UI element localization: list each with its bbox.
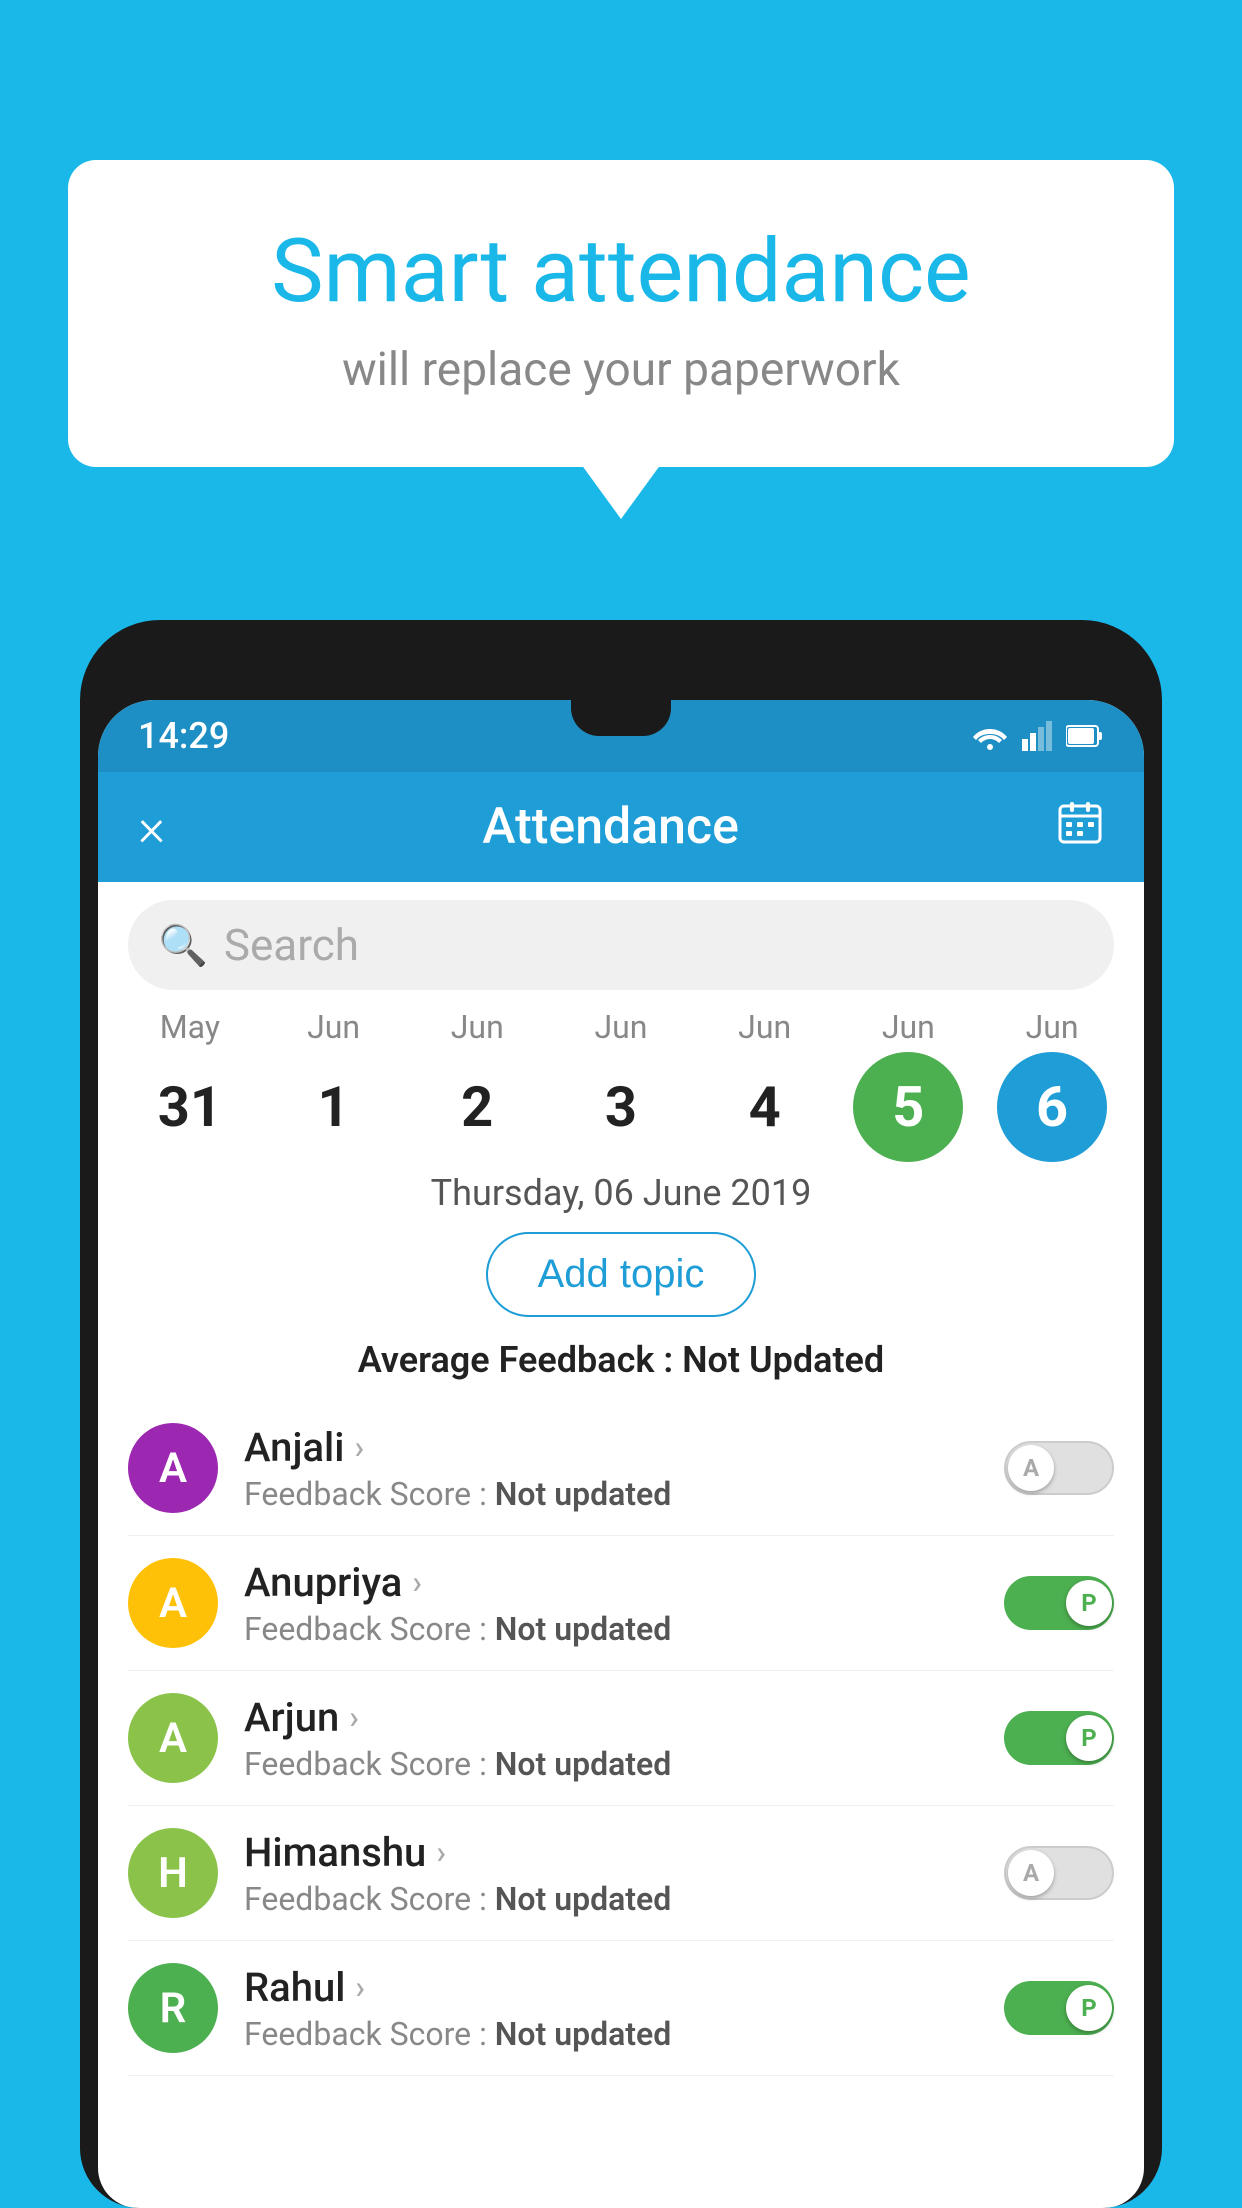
student-feedback: Feedback Score : Not updated [244,1745,1004,1783]
student-item[interactable]: AAnjali ›Feedback Score : Not updatedA [128,1401,1114,1536]
toggle-knob: A [1008,1850,1054,1896]
app-tagline-subtitle: will replace your paperwork [118,343,1124,397]
student-avatar: A [128,1423,218,1513]
calendar-day[interactable]: Jun 6 [987,1008,1117,1162]
speech-bubble: Smart attendance will replace your paper… [68,160,1174,467]
search-icon: 🔍 [158,922,208,969]
calendar-icon[interactable] [1056,798,1104,857]
calendar-month-label: Jun [307,1008,360,1046]
calendar-date-number[interactable]: 31 [135,1052,245,1162]
toggle-knob: A [1008,1445,1054,1491]
calendar-month-label: Jun [1026,1008,1079,1046]
attendance-toggle[interactable]: A [1004,1441,1114,1495]
close-button[interactable]: × [138,797,165,858]
calendar-day[interactable]: May 31 [125,1008,255,1162]
phone-screen: 14:29 [98,700,1144,2208]
calendar-month-label: Jun [451,1008,504,1046]
calendar-date-number[interactable]: 5 [853,1052,963,1162]
toggle-knob: P [1066,1715,1112,1761]
battery-icon [1066,724,1104,748]
calendar-month-label: Jun [738,1008,791,1046]
attendance-toggle[interactable]: A [1004,1846,1114,1900]
student-avatar: H [128,1828,218,1918]
chevron-icon: › [436,1833,446,1871]
toggle-knob: P [1066,1985,1112,2031]
search-bar[interactable]: 🔍 Search [128,900,1114,990]
student-info: Anjali › Feedback Score : Not updated [244,1424,1004,1513]
chevron-icon: › [354,1428,364,1466]
calendar-date-number[interactable]: 3 [566,1052,676,1162]
calendar-day[interactable]: Jun 5 [843,1008,973,1162]
attendance-toggle[interactable]: P [1004,1981,1114,2035]
chevron-icon: › [355,1968,365,2006]
attendance-toggle[interactable]: P [1004,1576,1114,1630]
chevron-icon: › [349,1698,359,1736]
student-avatar: A [128,1558,218,1648]
phone-frame: 14:29 [80,620,1162,2208]
student-name: Rahul › [244,1964,1004,2011]
avg-feedback-label: Average Feedback : [358,1339,673,1381]
student-item[interactable]: A Anupriya › Feedback Score : Not updated P [128,1536,1114,1671]
student-name: Anjali › [244,1424,1004,1471]
wifi-icon [972,721,1008,751]
student-list: AAnjali ›Feedback Score : Not updatedAAA… [98,1401,1144,2076]
student-info: Rahul › Feedback Score : Not updated [244,1964,1004,2053]
calendar-date-number[interactable]: 4 [710,1052,820,1162]
student-name: Arjun › [244,1694,1004,1741]
student-feedback: Feedback Score : Not updated [244,1880,1004,1918]
student-feedback: Feedback Score : Not updated [244,1610,1004,1648]
student-name: Himanshu › [244,1829,1004,1876]
toggle-knob: P [1066,1580,1112,1626]
calendar-day[interactable]: Jun 2 [412,1008,542,1162]
calendar-day[interactable]: Jun 3 [556,1008,686,1162]
calendar-days: May 31 Jun 1 Jun 2 Jun 3 Jun 4 Jun 5 Jun 6 [118,1008,1124,1162]
student-item[interactable]: H Himanshu › Feedback Score : Not updatedA [128,1806,1114,1941]
student-info: Anupriya › Feedback Score : Not updated [244,1559,1004,1648]
student-avatar: A [128,1693,218,1783]
student-item[interactable]: R Rahul › Feedback Score : Not updated P [128,1941,1114,2076]
app-bar-title: Attendance [482,798,739,856]
calendar-date-number[interactable]: 1 [279,1052,389,1162]
calendar-strip: May 31 Jun 1 Jun 2 Jun 3 Jun 4 Jun 5 Jun 6 [98,1008,1144,1162]
student-feedback: Feedback Score : Not updated [244,2015,1004,2053]
calendar-month-label: Jun [882,1008,935,1046]
avg-feedback: Average Feedback : Not Updated [98,1339,1144,1381]
calendar-date-number[interactable]: 6 [997,1052,1107,1162]
calendar-day[interactable]: Jun 4 [700,1008,830,1162]
chevron-icon: › [412,1563,422,1601]
selected-date-label: Thursday, 06 June 2019 [98,1172,1144,1214]
student-info: Arjun › Feedback Score : Not updated [244,1694,1004,1783]
add-topic-button[interactable]: Add topic [486,1232,757,1317]
student-avatar: R [128,1963,218,2053]
app-tagline-title: Smart attendance [118,220,1124,323]
calendar-month-label: May [160,1008,220,1046]
calendar-day[interactable]: Jun 1 [269,1008,399,1162]
avg-feedback-value: Not Updated [682,1339,884,1381]
signal-icon [1022,721,1052,751]
status-time: 14:29 [138,715,229,757]
student-name: Anupriya › [244,1559,1004,1606]
student-feedback: Feedback Score : Not updated [244,1475,1004,1513]
status-icons [972,721,1104,751]
student-info: Himanshu › Feedback Score : Not updated [244,1829,1004,1918]
app-bar: × Attendance [98,772,1144,882]
phone-notch [571,700,671,736]
student-item[interactable]: A Arjun › Feedback Score : Not updated P [128,1671,1114,1806]
attendance-toggle[interactable]: P [1004,1711,1114,1765]
search-input[interactable]: Search [224,919,359,971]
calendar-date-number[interactable]: 2 [422,1052,532,1162]
calendar-month-label: Jun [594,1008,647,1046]
